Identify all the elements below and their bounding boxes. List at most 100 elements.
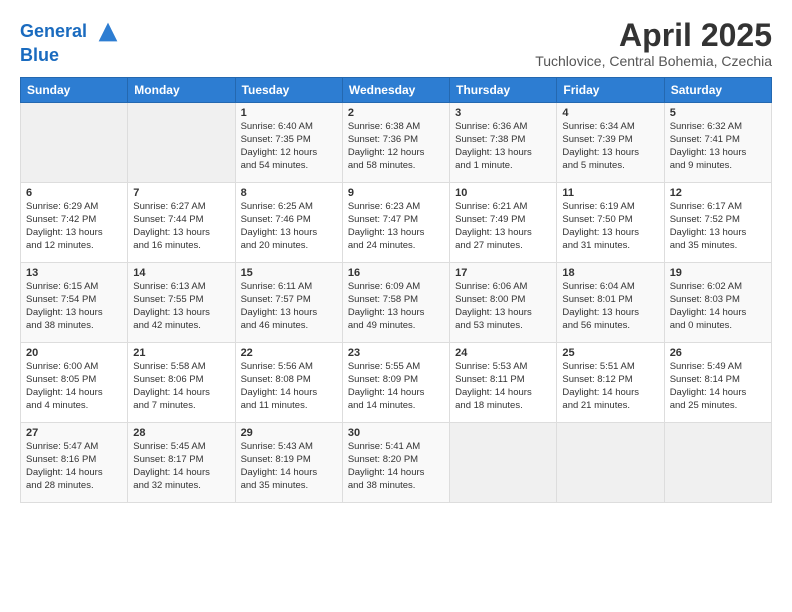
day-cell: 28 Sunrise: 5:45 AM Sunset: 8:17 PM Dayli… xyxy=(128,423,235,503)
day-cell: 11Sunrise: 6:19 AM Sunset: 7:50 PM Dayli… xyxy=(557,183,664,263)
day-cell: 24 Sunrise: 5:53 AM Sunset: 8:11 PM Dayli… xyxy=(450,343,557,423)
week-row-5: 27Sunrise: 5:47 AM Sunset: 8:16 PM Dayli… xyxy=(21,423,772,503)
day-cell: 26Sunrise: 5:49 AM Sunset: 8:14 PM Dayli… xyxy=(664,343,771,423)
day-cell xyxy=(664,423,771,503)
logo-blue: Blue xyxy=(20,46,122,66)
day-info: Sunrise: 6:27 AM Sunset: 7:44 PM Dayligh… xyxy=(133,201,229,252)
day-cell: 3 Sunrise: 6:36 AM Sunset: 7:38 PM Daylig… xyxy=(450,103,557,183)
day-cell: 29 Sunrise: 5:43 AM Sunset: 8:19 PM Dayli… xyxy=(235,423,342,503)
day-cell: 1 Sunrise: 6:40 AM Sunset: 7:35 PM Daylig… xyxy=(235,103,342,183)
day-info: Sunrise: 6:21 AM Sunset: 7:49 PM Dayligh… xyxy=(455,201,551,252)
day-info: Sunrise: 5:55 AM Sunset: 8:09 PM Dayligh… xyxy=(348,361,444,412)
title-area: April 2025 Tuchlovice, Central Bohemia, … xyxy=(535,18,772,69)
day-cell: 20Sunrise: 6:00 AM Sunset: 8:05 PM Dayli… xyxy=(21,343,128,423)
day-cell: 13 Sunrise: 6:15 AM Sunset: 7:54 PM Dayli… xyxy=(21,263,128,343)
day-info: Sunrise: 5:51 AM Sunset: 8:12 PM Dayligh… xyxy=(562,361,658,412)
day-number: 25 xyxy=(562,347,658,359)
day-number: 24 xyxy=(455,347,551,359)
day-number: 4 xyxy=(562,107,658,119)
day-cell: 14 Sunrise: 6:13 AM Sunset: 7:55 PM Dayli… xyxy=(128,263,235,343)
day-number: 19 xyxy=(670,267,766,279)
day-number: 16 xyxy=(348,267,444,279)
day-cell: 9Sunrise: 6:23 AM Sunset: 7:47 PM Daylig… xyxy=(342,183,449,263)
day-info: Sunrise: 6:25 AM Sunset: 7:46 PM Dayligh… xyxy=(241,201,337,252)
day-info: Sunrise: 6:32 AM Sunset: 7:41 PM Dayligh… xyxy=(670,121,766,172)
day-cell: 21 Sunrise: 5:58 AM Sunset: 8:06 PM Dayli… xyxy=(128,343,235,423)
day-cell xyxy=(557,423,664,503)
day-info: Sunrise: 5:43 AM Sunset: 8:19 PM Dayligh… xyxy=(241,441,337,492)
day-number: 29 xyxy=(241,427,337,439)
col-header-monday: Monday xyxy=(128,78,235,103)
week-row-4: 20Sunrise: 6:00 AM Sunset: 8:05 PM Dayli… xyxy=(21,343,772,423)
day-number: 5 xyxy=(670,107,766,119)
day-info: Sunrise: 6:40 AM Sunset: 7:35 PM Dayligh… xyxy=(241,121,337,172)
day-number: 22 xyxy=(241,347,337,359)
day-number: 21 xyxy=(133,347,229,359)
day-cell: 7 Sunrise: 6:27 AM Sunset: 7:44 PM Daylig… xyxy=(128,183,235,263)
page: General Blue April 2025 Tuchlovice, Cent… xyxy=(0,0,792,612)
day-number: 13 xyxy=(26,267,122,279)
day-info: Sunrise: 6:02 AM Sunset: 8:03 PM Dayligh… xyxy=(670,281,766,332)
day-info: Sunrise: 5:53 AM Sunset: 8:11 PM Dayligh… xyxy=(455,361,551,412)
day-cell xyxy=(450,423,557,503)
day-cell: 12Sunrise: 6:17 AM Sunset: 7:52 PM Dayli… xyxy=(664,183,771,263)
day-cell xyxy=(21,103,128,183)
day-cell: 8 Sunrise: 6:25 AM Sunset: 7:46 PM Daylig… xyxy=(235,183,342,263)
day-number: 8 xyxy=(241,187,337,199)
location: Tuchlovice, Central Bohemia, Czechia xyxy=(535,53,772,69)
logo-text: General xyxy=(20,18,122,46)
day-info: Sunrise: 6:38 AM Sunset: 7:36 PM Dayligh… xyxy=(348,121,444,172)
day-cell: 5 Sunrise: 6:32 AM Sunset: 7:41 PM Daylig… xyxy=(664,103,771,183)
week-row-2: 6 Sunrise: 6:29 AM Sunset: 7:42 PM Daylig… xyxy=(21,183,772,263)
col-header-tuesday: Tuesday xyxy=(235,78,342,103)
day-number: 20 xyxy=(26,347,122,359)
day-number: 6 xyxy=(26,187,122,199)
day-info: Sunrise: 5:45 AM Sunset: 8:17 PM Dayligh… xyxy=(133,441,229,492)
day-info: Sunrise: 5:49 AM Sunset: 8:14 PM Dayligh… xyxy=(670,361,766,412)
day-cell xyxy=(128,103,235,183)
logo-icon xyxy=(94,18,122,46)
day-cell: 18Sunrise: 6:04 AM Sunset: 8:01 PM Dayli… xyxy=(557,263,664,343)
day-cell: 2 Sunrise: 6:38 AM Sunset: 7:36 PM Daylig… xyxy=(342,103,449,183)
day-number: 10 xyxy=(455,187,551,199)
day-number: 12 xyxy=(670,187,766,199)
day-number: 23 xyxy=(348,347,444,359)
day-cell: 25 Sunrise: 5:51 AM Sunset: 8:12 PM Dayli… xyxy=(557,343,664,423)
day-cell: 27Sunrise: 5:47 AM Sunset: 8:16 PM Dayli… xyxy=(21,423,128,503)
col-header-thursday: Thursday xyxy=(450,78,557,103)
col-header-saturday: Saturday xyxy=(664,78,771,103)
day-info: Sunrise: 5:56 AM Sunset: 8:08 PM Dayligh… xyxy=(241,361,337,412)
day-info: Sunrise: 6:29 AM Sunset: 7:42 PM Dayligh… xyxy=(26,201,122,252)
day-number: 7 xyxy=(133,187,229,199)
day-number: 30 xyxy=(348,427,444,439)
day-info: Sunrise: 6:34 AM Sunset: 7:39 PM Dayligh… xyxy=(562,121,658,172)
day-cell: 6 Sunrise: 6:29 AM Sunset: 7:42 PM Daylig… xyxy=(21,183,128,263)
day-number: 14 xyxy=(133,267,229,279)
day-number: 3 xyxy=(455,107,551,119)
day-info: Sunrise: 5:58 AM Sunset: 8:06 PM Dayligh… xyxy=(133,361,229,412)
day-info: Sunrise: 6:06 AM Sunset: 8:00 PM Dayligh… xyxy=(455,281,551,332)
day-info: Sunrise: 6:19 AM Sunset: 7:50 PM Dayligh… xyxy=(562,201,658,252)
day-info: Sunrise: 6:36 AM Sunset: 7:38 PM Dayligh… xyxy=(455,121,551,172)
day-info: Sunrise: 6:15 AM Sunset: 7:54 PM Dayligh… xyxy=(26,281,122,332)
day-cell: 4 Sunrise: 6:34 AM Sunset: 7:39 PM Daylig… xyxy=(557,103,664,183)
day-number: 1 xyxy=(241,107,337,119)
header: General Blue April 2025 Tuchlovice, Cent… xyxy=(20,18,772,69)
day-cell: 22 Sunrise: 5:56 AM Sunset: 8:08 PM Dayli… xyxy=(235,343,342,423)
col-header-wednesday: Wednesday xyxy=(342,78,449,103)
header-row: SundayMondayTuesdayWednesdayThursdayFrid… xyxy=(21,78,772,103)
col-header-sunday: Sunday xyxy=(21,78,128,103)
day-cell: 17Sunrise: 6:06 AM Sunset: 8:00 PM Dayli… xyxy=(450,263,557,343)
day-number: 28 xyxy=(133,427,229,439)
day-info: Sunrise: 6:13 AM Sunset: 7:55 PM Dayligh… xyxy=(133,281,229,332)
day-info: Sunrise: 5:41 AM Sunset: 8:20 PM Dayligh… xyxy=(348,441,444,492)
day-info: Sunrise: 6:23 AM Sunset: 7:47 PM Dayligh… xyxy=(348,201,444,252)
day-number: 15 xyxy=(241,267,337,279)
day-info: Sunrise: 5:47 AM Sunset: 8:16 PM Dayligh… xyxy=(26,441,122,492)
day-cell: 15Sunrise: 6:11 AM Sunset: 7:57 PM Dayli… xyxy=(235,263,342,343)
day-cell: 10 Sunrise: 6:21 AM Sunset: 7:49 PM Dayli… xyxy=(450,183,557,263)
calendar-table: SundayMondayTuesdayWednesdayThursdayFrid… xyxy=(20,77,772,503)
day-number: 2 xyxy=(348,107,444,119)
day-number: 18 xyxy=(562,267,658,279)
day-cell: 19 Sunrise: 6:02 AM Sunset: 8:03 PM Dayli… xyxy=(664,263,771,343)
